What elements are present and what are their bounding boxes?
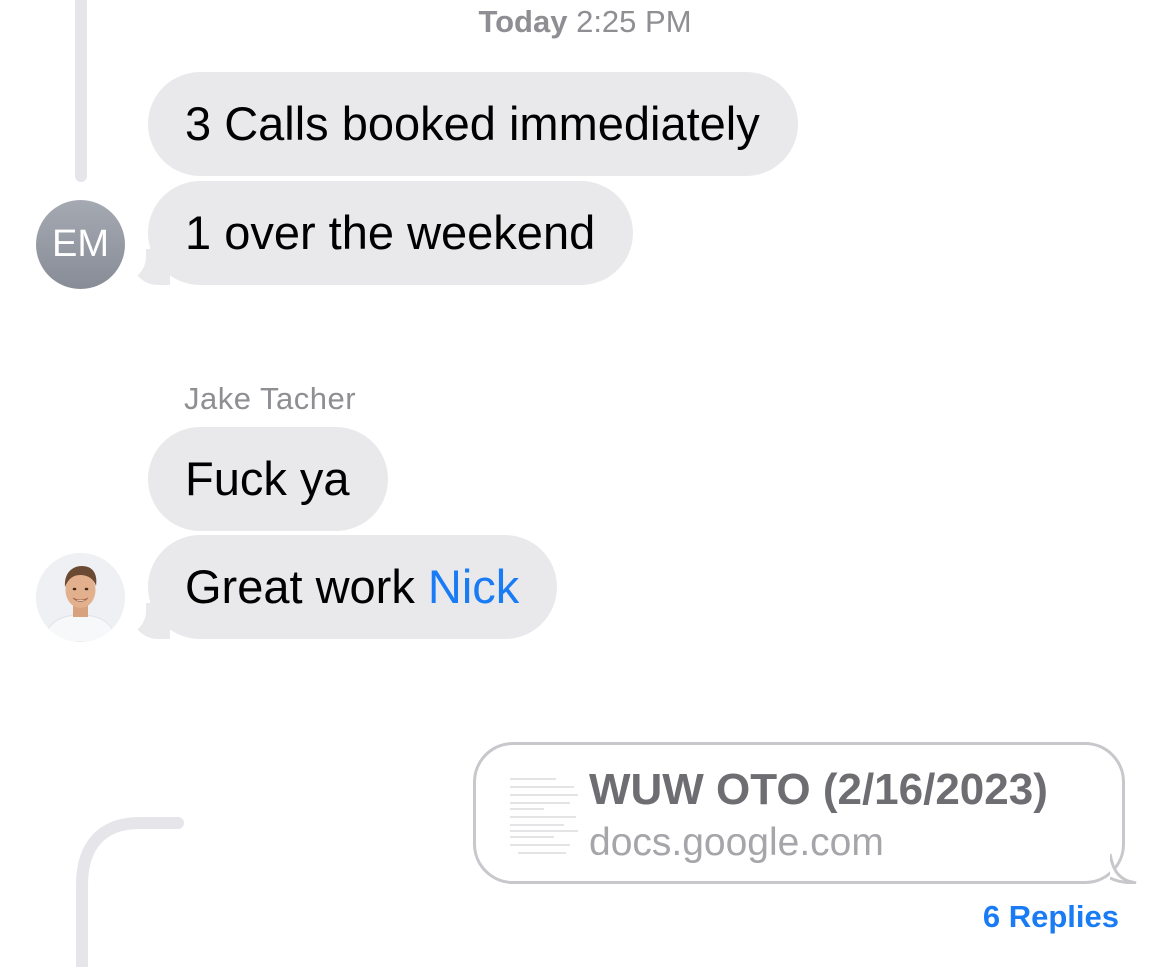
bubble-tail [130,249,170,285]
avatar[interactable]: EM [36,200,125,289]
thread-reply-connector [76,817,184,967]
mention-link[interactable]: Nick [428,560,519,613]
bubble-tail [1110,850,1137,884]
message-text: 3 Calls booked immediately [185,97,760,150]
message-text: Fuck ya [185,452,350,505]
bubble-tail [130,603,170,639]
timestamp-time: 2:25 PM [576,4,692,39]
message-bubble[interactable]: 1 over the weekend [130,181,634,285]
avatar[interactable] [36,553,125,642]
link-preview-card[interactable]: WUW OTO (2/16/2023) docs.google.com [473,742,1137,884]
replies-link[interactable]: 6 Replies [983,899,1119,935]
person-photo-icon [36,553,125,642]
message-timestamp: Today 2:25 PM [0,4,1170,40]
message-text: 1 over the weekend [185,206,596,259]
message-bubble[interactable]: Fuck ya [148,427,388,531]
message-bubble[interactable]: 3 Calls booked immediately [148,72,798,176]
link-domain: docs.google.com [589,821,884,864]
message-text: Great work [185,560,428,613]
message-bubble[interactable]: Great work Nick [130,535,558,639]
link-title: WUW OTO (2/16/2023) [589,765,1048,814]
document-icon [504,773,582,859]
sender-name: Jake Tacher [184,381,357,416]
timestamp-day: Today [478,4,568,39]
message-thread: Today 2:25 PM 3 Calls booked immediately… [0,0,1170,967]
